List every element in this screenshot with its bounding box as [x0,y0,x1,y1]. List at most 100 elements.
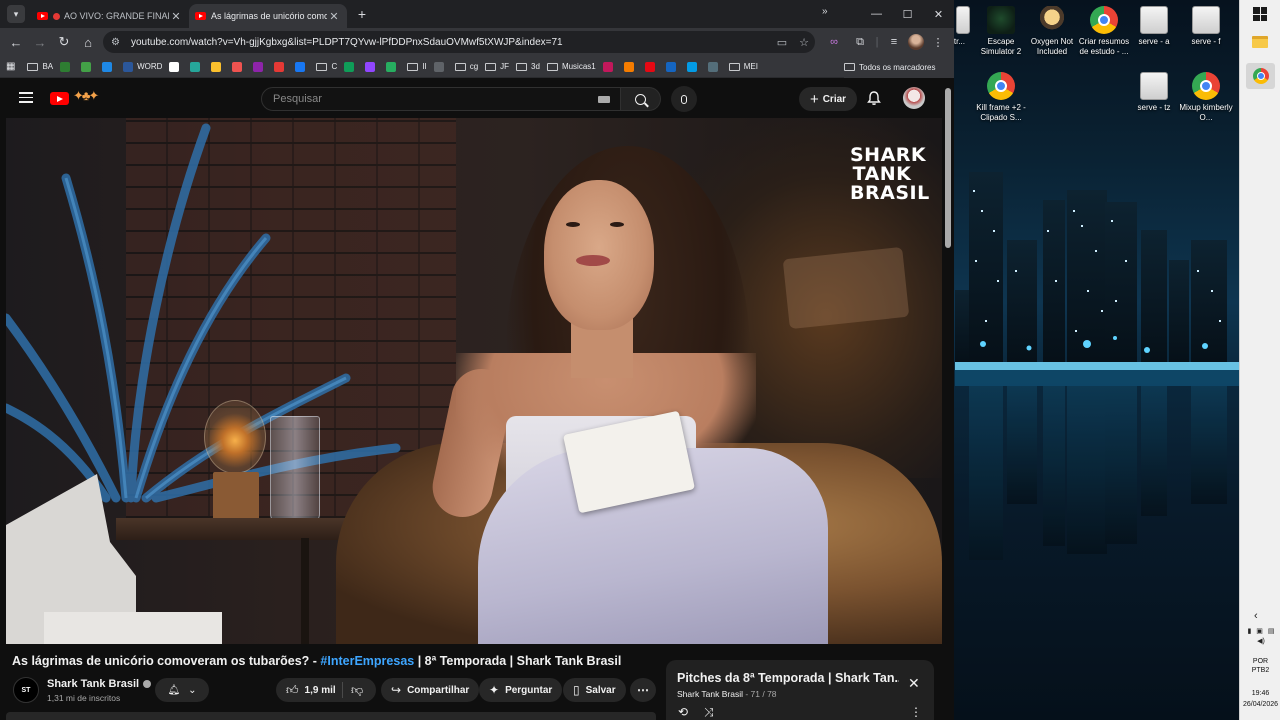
bookmark-item[interactable] [81,61,95,72]
bookmark-folder[interactable]: Musicas1 [546,62,596,71]
bookmark-item[interactable] [707,61,722,72]
description-box[interactable] [6,712,656,720]
youtube-logo-icon[interactable] [50,92,69,105]
bookmark-item[interactable] [365,61,379,72]
bookmark-folder[interactable]: C [316,62,337,71]
language-indicator[interactable]: POR PTB2 [1240,657,1280,675]
chrome-menu-kebab-icon[interactable]: ⋮ [926,30,950,54]
ask-button[interactable]: ✦ Perguntar [479,678,563,702]
forward-arrow-icon[interactable]: → [28,30,52,54]
bookmark-item[interactable] [686,61,701,72]
cast-icon[interactable]: ▭ [771,36,793,49]
bookmark-item[interactable] [60,61,74,72]
desktop-icon-serve-a[interactable]: serve - a [1124,6,1184,47]
bookmark-folder[interactable]: MEI [728,62,758,71]
maximize-icon[interactable]: ☐ [892,0,923,28]
tab-as-lagrimas[interactable]: As lágrimas de unicório comove ✕ [189,4,347,28]
page-scrollbar[interactable] [945,88,951,248]
subscribed-notifications-button[interactable]: 🔔︎ ⌄ [155,678,209,702]
search-button[interactable] [621,87,661,111]
windows-start-icon[interactable] [1253,7,1267,21]
home-icon[interactable]: ⌂ [76,30,100,54]
close-icon[interactable]: ✕ [169,10,183,23]
extension-icon[interactable]: ∞ [822,30,846,54]
bookmark-item[interactable] [253,61,267,72]
video-player[interactable]: SHARK TANK BRASIL [6,118,942,644]
bookmark-item[interactable] [211,61,225,72]
youtube-doodle-icon[interactable]: ✦♣✦ [73,88,99,104]
voice-search-button[interactable] [671,86,697,112]
hamburger-menu-icon[interactable] [19,92,33,103]
file-explorer-icon[interactable] [1252,36,1268,48]
apps-grid-icon[interactable]: ▦ [6,61,15,72]
all-bookmarks[interactable]: Todos os marcadores [844,56,954,78]
address-bar[interactable]: ⚙ youtube.com/watch?v=Vh-gjjKgbxg&list=P… [103,31,815,53]
clock[interactable]: 19:46 26/04/2026 [1240,688,1280,710]
notifications-bell-icon[interactable] [866,90,882,106]
account-avatar[interactable] [903,87,925,109]
channel-name[interactable]: Shark Tank Brasil [47,678,152,690]
desktop-icon-mixup-kimberly[interactable]: Mixup kimberly O... [1176,72,1236,123]
bookmark-item[interactable] [190,61,204,72]
microphone-icon[interactable]: ▮ [1247,627,1251,635]
bookmark-folder[interactable]: II [407,62,427,71]
tab-search-chevron-icon[interactable]: ▾ [7,5,25,23]
loop-icon[interactable]: ⟲ [678,705,688,719]
show-hidden-icons-chevron-icon[interactable]: ‹ [1254,610,1258,622]
new-tab-plus-icon[interactable]: + [353,6,371,22]
bookmark-item[interactable] [623,61,638,72]
bookmarks-overflow-button[interactable]: » [822,0,828,22]
bookmark-item[interactable] [169,61,183,72]
more-actions-kebab-icon[interactable]: ⋯ [630,678,656,702]
like-button[interactable]: 👍︎ 1,9 mil 👎︎ [276,678,376,702]
playlist-channel[interactable]: Shark Tank Brasil [677,689,743,699]
desktop-icon-oxygen-not-included[interactable]: Oxygen Not Included [1022,6,1082,57]
bookmark-item[interactable]: WORD [123,61,162,72]
create-button[interactable]: + Criar [799,87,857,111]
network-icon[interactable]: ▤ [1268,627,1275,635]
tab-ao-vivo[interactable]: AO VIVO: GRANDE FINAL D ✕ [31,4,189,28]
bookmark-item[interactable] [665,61,680,72]
bookmark-item[interactable] [644,61,659,72]
hashtag-link[interactable]: #InterEmpresas [320,654,414,668]
bookmark-item[interactable] [344,61,358,72]
bookmark-item[interactable] [274,61,288,72]
save-button[interactable]: ▯ Salvar [563,678,626,702]
volume-icon[interactable]: ◀) [1257,637,1265,645]
site-info-icon[interactable]: ⚙ [111,37,123,48]
playlist-title[interactable]: Pitches da 8ª Temporada | Shark Tan... [677,671,899,685]
bookmark-folder[interactable]: JF [485,62,509,71]
bookmark-item[interactable] [102,61,116,72]
bookmark-item[interactable] [386,61,400,72]
share-button[interactable]: ↪ Compartilhar [381,678,480,702]
close-icon[interactable]: ✕ [908,675,920,692]
bookmark-folder[interactable]: BA [27,62,53,71]
search-input[interactable]: Pesquisar [261,87,621,111]
profile-avatar[interactable] [908,34,924,50]
bookmark-item[interactable] [602,61,617,72]
reload-icon[interactable]: ↻ [52,30,76,54]
bookmark-folder[interactable]: cg [454,62,478,71]
taskbar-chrome-button[interactable] [1246,63,1275,89]
close-window-icon[interactable]: ✕ [923,0,954,28]
keyboard-icon[interactable] [598,96,610,103]
bookmark-item[interactable] [433,61,448,72]
desktop-icon-serve-f[interactable]: serve - f [1176,6,1236,47]
bookmark-star-icon[interactable]: ☆ [793,36,815,49]
extensions-puzzle-icon[interactable]: ⧉ [848,30,872,54]
shuffle-icon[interactable]: ⤨ [704,705,714,720]
desktop-icon-label: Criar resumos de estudo - ... [1078,37,1130,56]
channel-avatar[interactable]: ST [13,677,39,703]
desktop-icon-kill-frame[interactable]: Kill frame +2 - Clipado S... [971,72,1031,123]
bookmark-item[interactable] [295,61,309,72]
bookmark-item[interactable] [232,61,246,72]
reading-list-icon[interactable]: ≡ [882,30,906,54]
back-arrow-icon[interactable]: ← [4,30,28,54]
minimize-icon[interactable]: — [861,0,892,28]
playlist-menu-kebab-icon[interactable]: ⋮ [910,705,922,719]
close-icon[interactable]: ✕ [327,10,341,23]
desktop-icon-serve-tz[interactable]: serve - tz [1124,72,1184,113]
display-icon[interactable]: ▣ [1256,627,1263,635]
bookmark-folder[interactable]: 3d [516,62,540,71]
thumbs-down-icon[interactable]: 👎︎ [351,683,363,698]
